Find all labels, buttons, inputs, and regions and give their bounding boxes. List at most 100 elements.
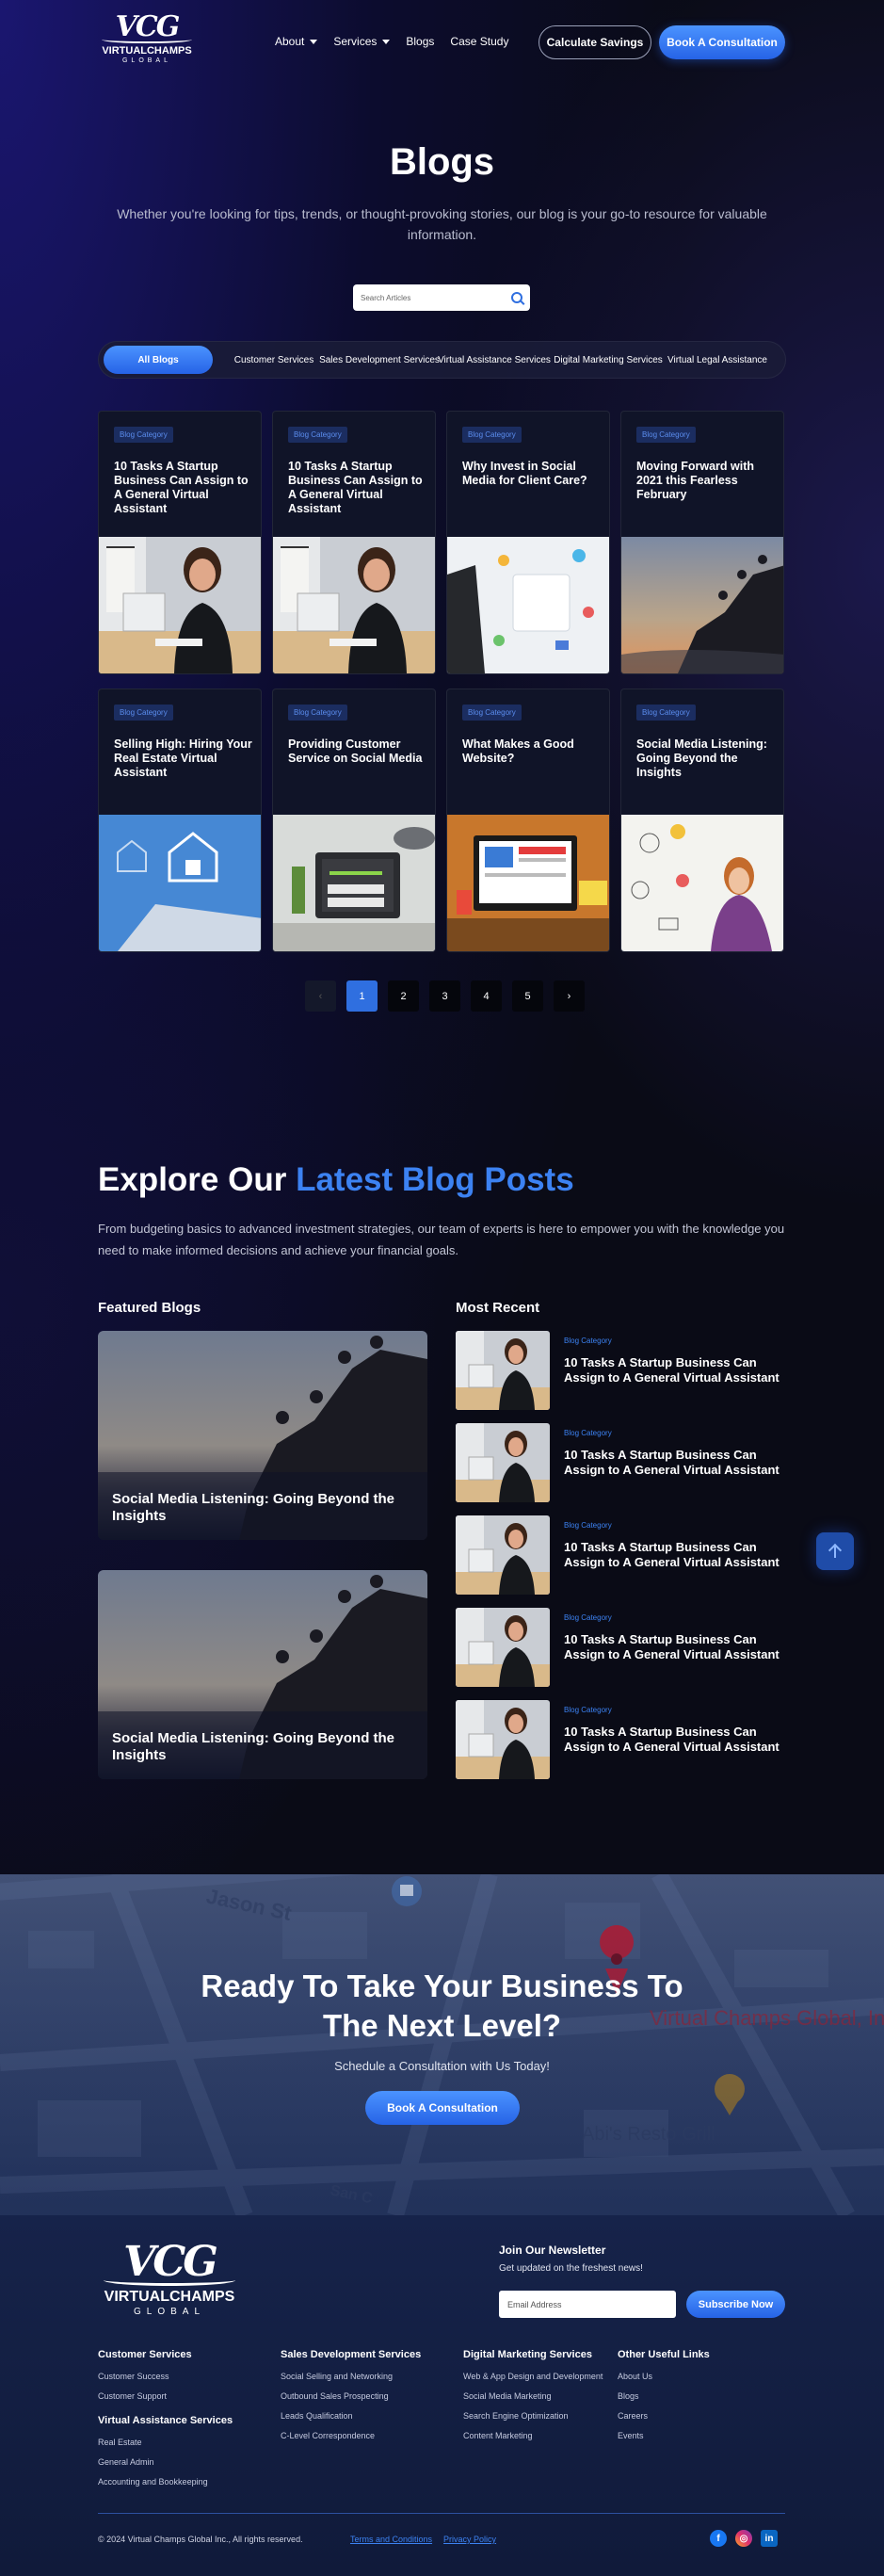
footer-link[interactable]: Real Estate xyxy=(98,2433,233,2453)
category-badge: Blog Category xyxy=(114,705,173,721)
page-button[interactable]: 1 xyxy=(346,980,378,1012)
card-title: Social Media Listening: Going Beyond the… xyxy=(636,737,767,779)
calculate-savings-button[interactable]: Calculate Savings xyxy=(538,25,651,59)
page-button[interactable]: 2 xyxy=(388,980,419,1012)
nav-label: About xyxy=(275,35,305,48)
page-button[interactable]: 5 xyxy=(512,980,543,1012)
footer-link[interactable]: Outbound Sales Prospecting xyxy=(281,2387,421,2406)
footer-link[interactable]: Blogs xyxy=(618,2387,710,2406)
subscribe-button[interactable]: Subscribe Now xyxy=(686,2291,785,2318)
featured-title: Social Media Listening: Going Beyond the… xyxy=(112,1730,395,1763)
tab-digital-marketing[interactable]: Digital Marketing Services xyxy=(552,346,665,374)
featured-title: Social Media Listening: Going Beyond the… xyxy=(112,1491,395,1524)
footer-link[interactable]: C-Level Correspondence xyxy=(281,2426,421,2446)
card-title: Providing Customer Service on Social Med… xyxy=(288,737,423,765)
blog-card[interactable]: Blog Category 10 Tasks A Startup Busines… xyxy=(272,411,436,674)
instagram-icon[interactable]: ◎ xyxy=(735,2530,752,2547)
cta-title-line2: The Next Level? xyxy=(322,2008,562,2043)
newsletter-subtitle: Get updated on the freshest news! xyxy=(499,2263,643,2274)
recent-category: Blog Category xyxy=(564,1706,612,1714)
recent-item[interactable]: Blog Category 10 Tasks A Startup Busines… xyxy=(456,1423,785,1502)
search-input[interactable]: Search Articles xyxy=(361,294,511,302)
chevron-down-icon xyxy=(310,39,318,44)
book-consultation-button[interactable]: Book A Consultation xyxy=(659,25,785,59)
woman-headset-image xyxy=(456,1331,550,1410)
recent-title: 10 Tasks A Startup Business Can Assign t… xyxy=(564,1355,780,1385)
footer-link[interactable]: Web & App Design and Development xyxy=(463,2367,603,2387)
nav-label: Case Study xyxy=(450,35,509,48)
page-button[interactable]: 3 xyxy=(429,980,460,1012)
nav-item-services[interactable]: Services xyxy=(333,35,391,48)
card-title: Moving Forward with 2021 this Fearless F… xyxy=(636,460,754,501)
recent-item[interactable]: Blog Category 10 Tasks A Startup Busines… xyxy=(456,1331,785,1410)
woman-headset-image xyxy=(273,537,435,673)
terms-link[interactable]: Terms and Conditions xyxy=(350,2535,432,2544)
recent-item[interactable]: Blog Category 10 Tasks A Startup Busines… xyxy=(456,1515,785,1595)
blog-card[interactable]: Blog Category Moving Forward with 2021 t… xyxy=(620,411,784,674)
recent-item[interactable]: Blog Category 10 Tasks A Startup Busines… xyxy=(456,1608,785,1687)
email-field[interactable]: Email Address xyxy=(499,2291,676,2318)
footer-link[interactable]: Careers xyxy=(618,2406,710,2426)
featured-card[interactable]: Social Media Listening: Going Beyond the… xyxy=(98,1331,427,1540)
blog-card[interactable]: Blog Category Why Invest in Social Media… xyxy=(446,411,610,674)
footer-col-digital-marketing: Digital Marketing Services Web & App Des… xyxy=(463,2349,603,2446)
tab-virtual-assistance[interactable]: Virtual Assistance Services xyxy=(437,346,552,374)
facebook-icon[interactable]: f xyxy=(710,2530,727,2547)
page-title: Blogs xyxy=(389,141,495,183)
cta-book-consultation-button[interactable]: Book A Consultation xyxy=(365,2091,520,2125)
privacy-link[interactable]: Privacy Policy xyxy=(443,2535,496,2544)
tab-customer-services[interactable]: Customer Services xyxy=(226,346,322,374)
recent-category: Blog Category xyxy=(564,1613,612,1622)
nav-item-blogs[interactable]: Blogs xyxy=(406,35,434,48)
footer-link[interactable]: About Us xyxy=(618,2367,710,2387)
blog-card[interactable]: Blog Category Providing Customer Service… xyxy=(272,689,436,952)
recent-item[interactable]: Blog Category 10 Tasks A Startup Busines… xyxy=(456,1700,785,1779)
scroll-to-top-button[interactable] xyxy=(816,1532,854,1570)
blog-card[interactable]: Blog Category Social Media Listening: Go… xyxy=(620,689,784,952)
explore-title-plain: Explore Our xyxy=(98,1161,297,1198)
footer-logo[interactable]: VCG VIRTUALCHAMPS GLOBAL xyxy=(98,2242,241,2317)
footer-link[interactable]: General Admin xyxy=(98,2453,233,2472)
footer-link[interactable]: Leads Qualification xyxy=(281,2406,421,2426)
woman-headset-image xyxy=(456,1608,550,1687)
tab-sales-development[interactable]: Sales Development Services xyxy=(319,346,440,374)
real-estate-image xyxy=(99,815,261,951)
card-title: Why Invest in Social Media for Client Ca… xyxy=(462,460,587,487)
featured-card[interactable]: Social Media Listening: Going Beyond the… xyxy=(98,1570,427,1779)
footer-link[interactable]: Search Engine Optimization xyxy=(463,2406,603,2426)
category-badge: Blog Category xyxy=(462,427,522,443)
footer-col-sales-development: Sales Development Services Social Sellin… xyxy=(281,2349,421,2446)
social-links: f ◎ in xyxy=(710,2530,778,2547)
copyright: © 2024 Virtual Champs Global Inc., All r… xyxy=(98,2535,303,2544)
search-icon[interactable] xyxy=(511,292,522,303)
footer-link[interactable]: Customer Support xyxy=(98,2387,233,2406)
category-badge: Blog Category xyxy=(636,427,696,443)
site-logo[interactable]: VCG VIRTUALCHAMPS GLOBAL xyxy=(98,13,196,64)
footer-link[interactable]: Accounting and Bookkeeping xyxy=(98,2472,233,2492)
footer-link[interactable]: Events xyxy=(618,2426,710,2446)
footer-col-heading: Virtual Assistance Services xyxy=(98,2415,233,2426)
footer-link[interactable]: Social Media Marketing xyxy=(463,2387,603,2406)
footer-link[interactable]: Customer Success xyxy=(98,2367,233,2387)
blog-card[interactable]: Blog Category 10 Tasks A Startup Busines… xyxy=(98,411,262,674)
search-bar[interactable]: Search Articles xyxy=(353,284,530,311)
footer-link[interactable]: Content Marketing xyxy=(463,2426,603,2446)
recent-title: 10 Tasks A Startup Business Can Assign t… xyxy=(564,1448,780,1477)
page-button[interactable]: 4 xyxy=(471,980,502,1012)
footer-link[interactable]: Social Selling and Networking xyxy=(281,2367,421,2387)
blog-card[interactable]: Blog Category Selling High: Hiring Your … xyxy=(98,689,262,952)
next-page-button[interactable]: › xyxy=(554,980,585,1012)
linkedin-icon[interactable]: in xyxy=(761,2530,778,2547)
top-nav: VCG VIRTUALCHAMPS GLOBAL About Services … xyxy=(0,0,884,83)
prev-page-button[interactable]: ‹ xyxy=(305,980,336,1012)
tab-all-blogs[interactable]: All Blogs xyxy=(104,346,213,374)
nav-item-about[interactable]: About xyxy=(275,35,318,48)
blog-card[interactable]: Blog Category What Makes a Good Website? xyxy=(446,689,610,952)
card-title: Selling High: Hiring Your Real Estate Vi… xyxy=(114,737,252,779)
tab-virtual-legal[interactable]: Virtual Legal Assistance xyxy=(665,346,770,374)
logo-name: VIRTUALCHAMPS xyxy=(102,45,192,57)
category-tabs: All Blogs Customer Services Sales Develo… xyxy=(98,341,786,379)
card-title: What Makes a Good Website? xyxy=(462,737,574,765)
nav-item-case-study[interactable]: Case Study xyxy=(450,35,508,48)
recent-category: Blog Category xyxy=(564,1337,612,1345)
